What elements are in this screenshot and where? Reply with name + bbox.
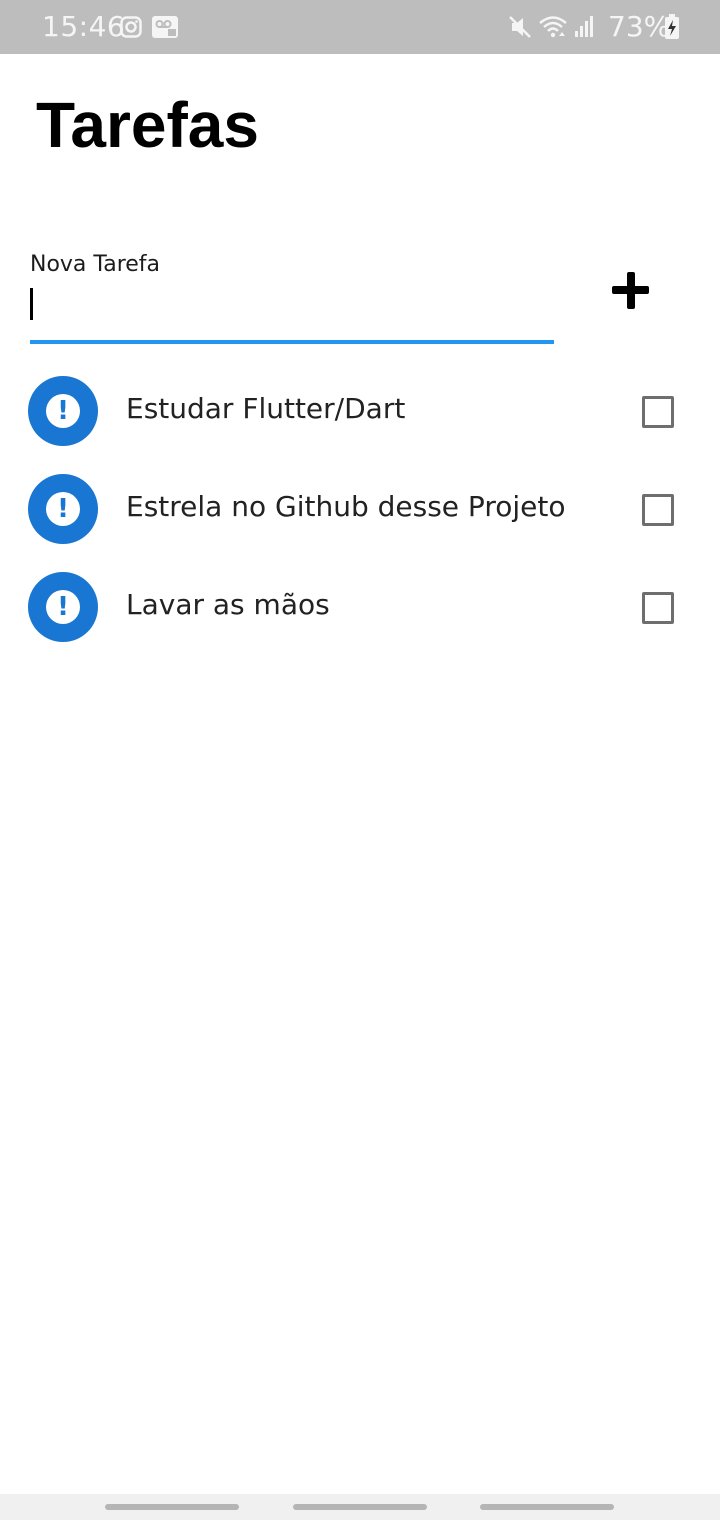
add-task-button[interactable] xyxy=(596,256,666,326)
mute-icon xyxy=(508,14,532,45)
task-item[interactable]: ! Estrela no Github desse Projeto xyxy=(0,460,720,558)
task-item[interactable]: ! Lavar as mãos xyxy=(0,558,720,656)
nav-home[interactable] xyxy=(293,1504,427,1510)
task-label: Estrela no Github desse Projeto xyxy=(126,490,566,523)
task-checkbox[interactable] xyxy=(642,396,674,428)
nav-recent-apps[interactable] xyxy=(105,1504,239,1510)
voicemail-icon xyxy=(152,16,178,43)
text-cursor xyxy=(30,288,33,320)
alert-icon: ! xyxy=(46,590,80,624)
task-label: Estudar Flutter/Dart xyxy=(126,392,406,425)
plus-icon xyxy=(596,272,666,330)
alert-icon: ! xyxy=(46,492,80,526)
page-title: Tarefas xyxy=(36,89,259,161)
task-checkbox[interactable] xyxy=(642,494,674,526)
input-underline xyxy=(30,340,554,344)
nav-back[interactable] xyxy=(480,1504,614,1510)
signal-icon xyxy=(574,14,596,43)
status-time: 15:46 xyxy=(42,10,126,43)
task-avatar: ! xyxy=(28,376,98,446)
navigation-bar xyxy=(0,1494,720,1520)
instagram-icon xyxy=(120,16,142,43)
battery-percentage: 73% xyxy=(608,10,671,43)
new-task-label: Nova Tarefa xyxy=(30,252,161,277)
wifi-icon xyxy=(538,14,568,45)
task-label: Lavar as mãos xyxy=(126,588,330,621)
new-task-field[interactable]: Nova Tarefa xyxy=(30,252,554,344)
new-task-input[interactable] xyxy=(30,286,554,330)
task-checkbox[interactable] xyxy=(642,592,674,624)
status-bar: 15:46 73% xyxy=(0,0,720,54)
task-avatar: ! xyxy=(28,572,98,642)
task-item[interactable]: ! Estudar Flutter/Dart xyxy=(0,362,720,460)
battery-charging-icon xyxy=(664,14,680,45)
task-list: ! Estudar Flutter/Dart ! Estrela no Gith… xyxy=(0,362,720,656)
task-avatar: ! xyxy=(28,474,98,544)
alert-icon: ! xyxy=(46,394,80,428)
